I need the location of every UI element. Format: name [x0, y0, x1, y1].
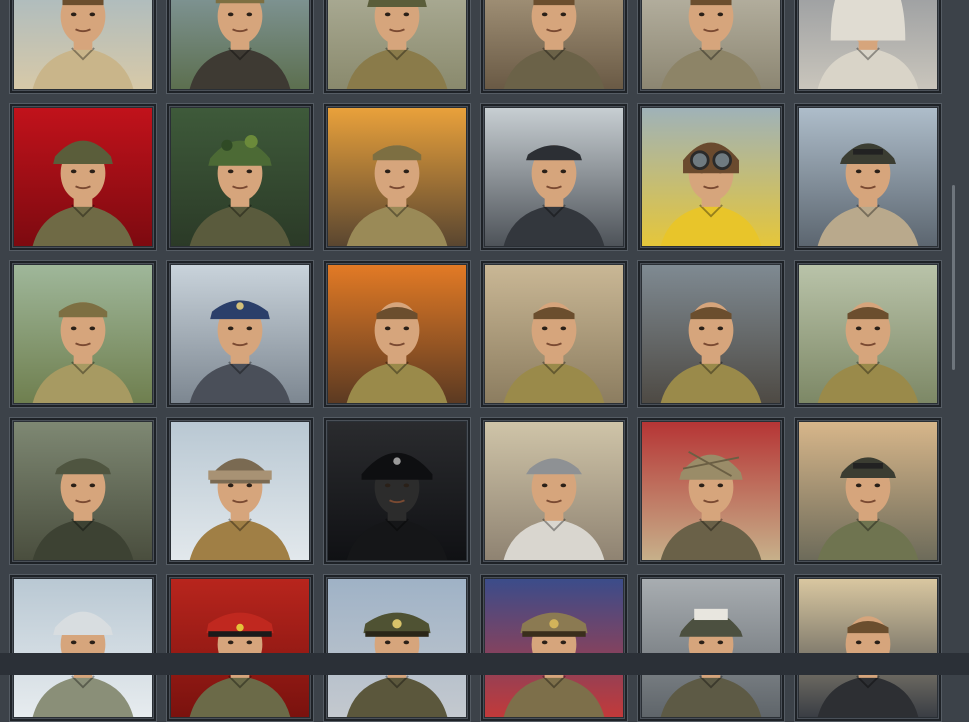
- portrait-radio-operator[interactable]: [323, 103, 471, 251]
- portrait-partisan[interactable]: [480, 103, 628, 251]
- portrait-smg-soldier[interactable]: [480, 0, 628, 94]
- portrait-tank-rider[interactable]: [794, 417, 942, 565]
- portrait-image: [328, 422, 466, 560]
- portrait-image: [328, 108, 466, 246]
- portrait-image: [799, 265, 937, 403]
- portrait-soldier-dusk[interactable]: [637, 260, 785, 408]
- portrait-pilot[interactable]: [637, 103, 785, 251]
- portrait-image: [171, 265, 309, 403]
- portrait-two-soldiers[interactable]: [9, 260, 157, 408]
- portrait-image: [642, 0, 780, 89]
- portrait-fighter-pilot[interactable]: [166, 260, 314, 408]
- portrait-image: [14, 0, 152, 89]
- portrait-british-officer[interactable]: [480, 574, 628, 722]
- portrait-civilian-officer[interactable]: [794, 574, 942, 722]
- portrait-image: [171, 108, 309, 246]
- portrait-image: [485, 422, 623, 560]
- portrait-image: [799, 422, 937, 560]
- portrait-american-gi[interactable]: [9, 103, 157, 251]
- portrait-image: [328, 265, 466, 403]
- portrait-image: [485, 0, 623, 89]
- portrait-tank-gunner[interactable]: [794, 103, 942, 251]
- portrait-desert-sniper[interactable]: [9, 0, 157, 94]
- portrait-image: [799, 579, 937, 717]
- portrait-forest-officer[interactable]: [9, 417, 157, 565]
- portrait-soldier-sand[interactable]: [480, 260, 628, 408]
- bottom-bar: [0, 653, 969, 675]
- portrait-winter-hooded[interactable]: [794, 0, 942, 94]
- portrait-soviet-infantry[interactable]: [323, 0, 471, 94]
- portrait-image: [485, 265, 623, 403]
- portrait-image: [14, 265, 152, 403]
- portrait-image: [14, 579, 152, 717]
- portrait-image: [171, 422, 309, 560]
- portrait-image: [642, 108, 780, 246]
- portrait-tank-commander-flag[interactable]: [166, 0, 314, 94]
- portrait-image: [799, 108, 937, 246]
- portrait-image: [14, 108, 152, 246]
- portrait-mg42-winter[interactable]: [9, 574, 157, 722]
- portrait-image: [171, 579, 309, 717]
- portrait-image: [485, 108, 623, 246]
- portrait-camo-netting[interactable]: [637, 417, 785, 565]
- portrait-image: [642, 579, 780, 717]
- portrait-us-officer[interactable]: [323, 574, 471, 722]
- portrait-camo-soldier[interactable]: [166, 103, 314, 251]
- portrait-winter-gunner[interactable]: [166, 417, 314, 565]
- portrait-soldier-tower[interactable]: [794, 260, 942, 408]
- portrait-grid: [9, 0, 945, 722]
- portrait-panzer-crew[interactable]: [323, 417, 471, 565]
- portrait-image: [328, 579, 466, 717]
- portrait-soviet-officer[interactable]: [166, 574, 314, 722]
- portrait-image: [171, 0, 309, 89]
- portrait-mountain-rifleman[interactable]: [480, 417, 628, 565]
- portrait-image: [642, 422, 780, 560]
- portrait-image: [642, 265, 780, 403]
- portrait-image: [799, 0, 937, 89]
- scrollbar-thumb[interactable]: [952, 185, 955, 370]
- portrait-mg-gunner[interactable]: [637, 0, 785, 94]
- portrait-born-to-build[interactable]: [637, 574, 785, 722]
- portrait-image: [14, 422, 152, 560]
- portrait-image: [328, 0, 466, 89]
- portrait-soldier-fire[interactable]: [323, 260, 471, 408]
- portrait-image: [485, 579, 623, 717]
